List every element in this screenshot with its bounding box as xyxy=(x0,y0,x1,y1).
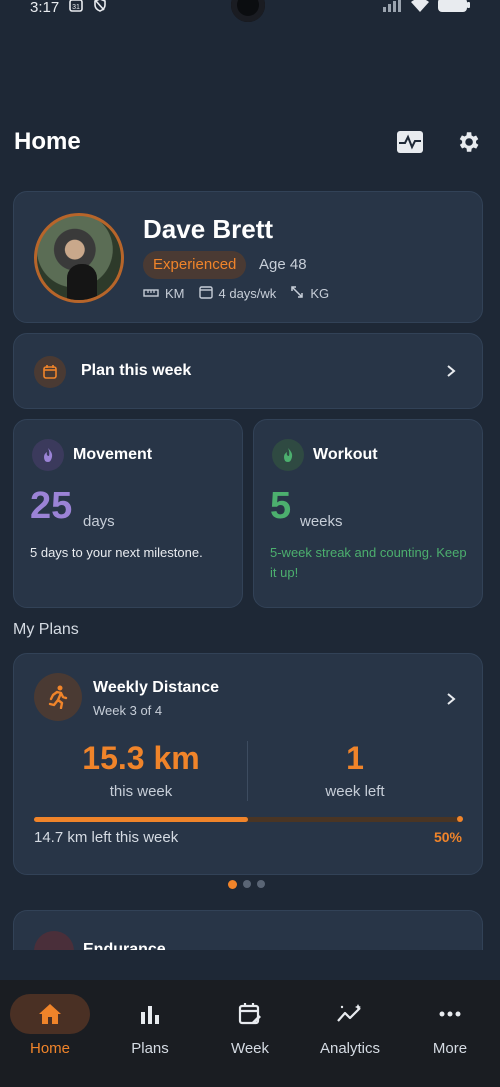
bottom-navigation: Home Plans Week Analytics More xyxy=(0,980,500,1087)
workout-unit: weeks xyxy=(300,513,343,530)
profile-age: Age 48 xyxy=(259,256,307,273)
nav-home[interactable]: Home xyxy=(0,994,100,1087)
ruler-icon xyxy=(143,286,159,301)
home-icon xyxy=(10,994,90,1034)
calendar-edit-icon xyxy=(34,356,66,388)
calendar-status-icon: 31 xyxy=(69,0,84,16)
plan-week-progress: Week 3 of 4 xyxy=(93,703,163,718)
workout-title: Workout xyxy=(313,446,378,463)
nav-week[interactable]: Week xyxy=(200,994,300,1087)
progress-end-dot xyxy=(457,816,463,822)
nav-more-label: More xyxy=(432,1040,468,1057)
experience-badge: Experienced xyxy=(143,251,247,279)
chevron-right-icon xyxy=(447,693,456,705)
training-frequency: 4 days/wk xyxy=(198,285,277,302)
nav-plans-label: Plans xyxy=(131,1040,169,1057)
nav-week-label: Week xyxy=(230,1040,270,1057)
profile-name: Dave Brett xyxy=(143,214,274,244)
endurance-icon xyxy=(34,931,74,950)
nav-plans[interactable]: Plans xyxy=(100,994,200,1087)
signal-icon xyxy=(382,0,402,16)
page-title: Home xyxy=(14,128,81,155)
this-week-value: 15.3 km xyxy=(82,740,200,776)
weeks-left-value: 1 xyxy=(346,740,364,776)
svg-text:31: 31 xyxy=(72,4,80,11)
this-week-label: this week xyxy=(109,783,173,800)
workout-value: 5 xyxy=(270,485,292,527)
shield-status-icon xyxy=(93,0,107,16)
plan-this-week-label: Plan this week xyxy=(81,362,192,379)
header: Home xyxy=(14,122,486,162)
this-week-metric: 15.3 km this week xyxy=(31,740,251,800)
calendar-edit-icon xyxy=(210,994,290,1034)
my-plans-heading: My Plans xyxy=(13,621,79,638)
status-left: 3:17 31 xyxy=(30,0,107,16)
pager-dot-active[interactable] xyxy=(228,880,237,889)
movement-unit: days xyxy=(83,513,115,530)
profile-card[interactable]: Dave Brett Experienced Age 48 KM 4 days/… xyxy=(13,191,483,323)
activity-icon[interactable] xyxy=(396,128,424,156)
sparkle-trend-icon xyxy=(310,994,390,1034)
more-dots-icon xyxy=(410,994,490,1034)
movement-title: Movement xyxy=(73,446,153,463)
nav-analytics[interactable]: Analytics xyxy=(300,994,400,1087)
plan-title: Weekly Distance xyxy=(93,679,219,696)
flame-icon xyxy=(32,439,64,471)
workout-card[interactable]: Workout 5 weeks 5-week streak and counti… xyxy=(253,419,483,608)
progress-percent: 50% xyxy=(433,829,462,845)
chevron-right-icon xyxy=(447,365,456,377)
pager-dot[interactable] xyxy=(243,880,251,888)
frequency-label: 4 days/wk xyxy=(218,286,277,301)
endurance-title: Endurance xyxy=(83,941,166,950)
distance-unit-label: KM xyxy=(165,286,185,301)
weight-unit: KG xyxy=(290,285,329,302)
running-icon xyxy=(34,673,82,721)
plan-this-week-card[interactable]: Plan this week xyxy=(13,333,483,409)
movement-card[interactable]: Movement 25 days 5 days to your next mil… xyxy=(13,419,243,608)
movement-description: 5 days to your next milestone. xyxy=(30,545,203,560)
bar-chart-icon xyxy=(110,994,190,1034)
flame-icon xyxy=(272,439,304,471)
pager-dot[interactable] xyxy=(257,880,265,888)
distance-progress-bar xyxy=(34,816,463,822)
distance-unit: KM xyxy=(143,286,185,301)
calendar-icon xyxy=(198,285,213,302)
battery-icon xyxy=(438,0,470,16)
profile-meta: KM 4 days/wk KG xyxy=(143,285,329,302)
plans-pager[interactable] xyxy=(228,880,265,889)
weight-unit-label: KG xyxy=(310,286,330,301)
movement-value: 25 xyxy=(30,485,73,527)
weeks-left-label: week left xyxy=(325,783,385,800)
header-actions xyxy=(396,128,486,156)
wifi-icon xyxy=(410,0,430,16)
nav-analytics-label: Analytics xyxy=(319,1040,381,1057)
avatar xyxy=(34,213,124,303)
endurance-plan-card[interactable]: Endurance xyxy=(13,910,483,950)
progress-fill xyxy=(34,817,248,822)
gear-icon[interactable] xyxy=(454,128,482,156)
expand-arrows-icon xyxy=(290,285,304,302)
status-time: 3:17 xyxy=(30,0,60,16)
workout-description: 5-week streak and counting. Keep it up! xyxy=(270,545,467,580)
weeks-left-metric: 1 week left xyxy=(245,740,465,800)
weekly-distance-plan-card[interactable]: Weekly Distance Week 3 of 4 15.3 km this… xyxy=(13,653,483,875)
nav-more[interactable]: More xyxy=(400,994,500,1087)
status-right xyxy=(382,0,470,16)
distance-remaining: 14.7 km left this week xyxy=(34,829,179,846)
nav-home-label: Home xyxy=(29,1040,70,1057)
